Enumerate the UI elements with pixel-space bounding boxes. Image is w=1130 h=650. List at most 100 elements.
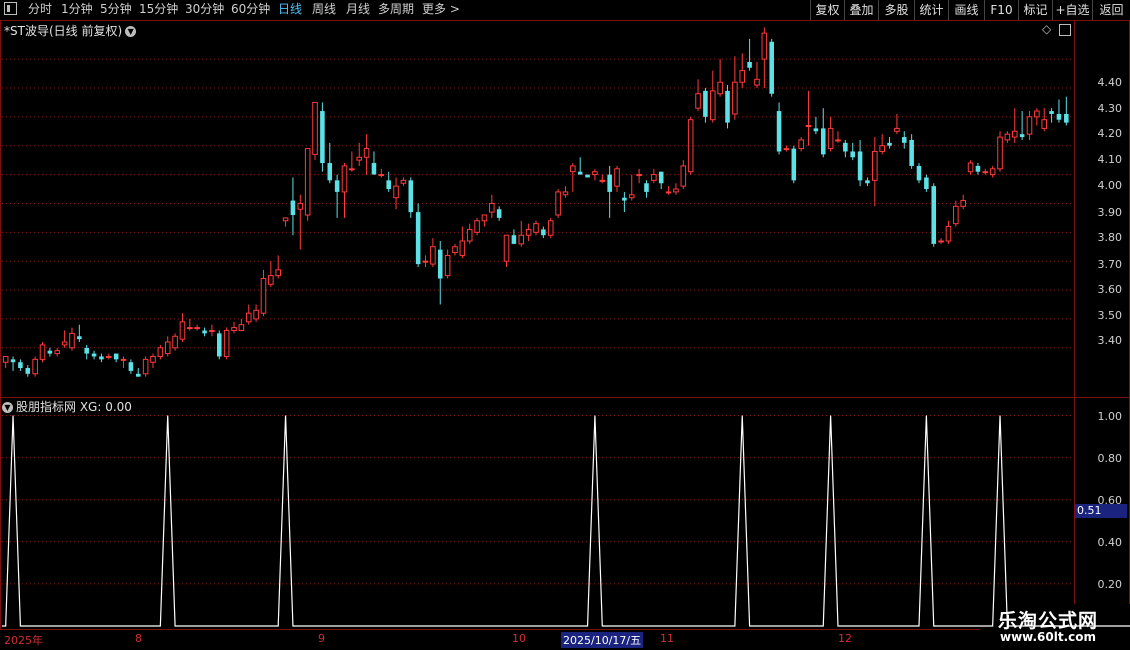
candle-up	[525, 228, 532, 236]
candle-up	[430, 246, 436, 265]
candle-down	[622, 197, 627, 201]
candle-up	[223, 329, 230, 357]
candle-up	[636, 174, 642, 177]
candle-down	[1019, 134, 1025, 138]
candle-up	[282, 217, 289, 222]
candle-up	[39, 344, 46, 360]
candle-down	[84, 347, 89, 354]
candle-down	[747, 61, 752, 68]
candle-up	[179, 321, 186, 340]
candle-up	[547, 220, 554, 236]
candle-up	[393, 185, 399, 199]
candle-up	[503, 234, 510, 262]
candle-up	[673, 188, 679, 193]
candle-down	[776, 111, 782, 152]
candle-down	[408, 180, 414, 213]
candle-up	[268, 275, 274, 285]
candle-up	[651, 174, 657, 181]
candle-up	[562, 191, 569, 196]
candle-up	[297, 202, 304, 210]
candle-up	[363, 148, 370, 158]
candle-up	[157, 347, 164, 357]
candle-up	[628, 194, 635, 199]
candle-up	[2, 355, 9, 363]
candle-up	[489, 202, 495, 213]
candle-up	[304, 148, 311, 216]
candle-down	[99, 356, 104, 360]
candle-up	[717, 81, 723, 95]
candle-up	[827, 127, 834, 150]
candle-up	[798, 139, 804, 150]
candle-up	[400, 179, 407, 184]
candle-up	[164, 341, 171, 355]
candle-down	[320, 111, 325, 164]
candle-up	[356, 156, 363, 161]
candle-down	[1064, 113, 1069, 123]
candle-up	[341, 165, 348, 193]
candle-down	[290, 200, 296, 215]
candle-up	[1041, 119, 1048, 129]
candle-down	[496, 209, 502, 218]
candle-up	[459, 240, 466, 256]
candle-down	[791, 148, 797, 181]
candle-up	[518, 234, 525, 245]
candle-up	[61, 341, 68, 346]
candle-down	[135, 373, 141, 377]
candle-down	[703, 90, 708, 117]
candle-down	[77, 336, 82, 340]
candle-up	[592, 171, 598, 176]
candle-down	[887, 142, 892, 146]
candle-down	[25, 368, 31, 374]
candle-down	[415, 212, 421, 265]
candle-up	[481, 214, 488, 222]
candle-down	[658, 171, 664, 184]
candle-down	[843, 142, 848, 152]
candle-up	[872, 150, 878, 181]
candle-up	[938, 240, 944, 243]
candle-up	[997, 136, 1003, 170]
candle-down	[901, 137, 907, 143]
candle-down	[725, 90, 730, 123]
candle-up	[444, 254, 451, 277]
candle-up	[953, 205, 959, 225]
candle-up	[466, 228, 473, 242]
candle-up	[312, 101, 318, 155]
candle-down	[47, 350, 53, 354]
candle-down	[813, 128, 819, 132]
candle-up	[805, 125, 812, 127]
candle-down	[585, 174, 590, 178]
candle-up	[1034, 110, 1040, 118]
candle-up	[555, 191, 561, 216]
candle-down	[820, 128, 826, 155]
candle-up	[599, 179, 606, 182]
candle-down	[511, 235, 517, 244]
candle-down	[10, 359, 16, 363]
candle-down	[437, 249, 443, 279]
candle-down	[386, 180, 391, 190]
candle-down	[541, 229, 546, 236]
candle-up	[231, 327, 237, 331]
candle-up	[960, 200, 966, 207]
candle-down	[924, 177, 929, 190]
candle-up	[739, 70, 746, 83]
candle-up	[194, 327, 200, 330]
candle-up	[187, 327, 193, 330]
candle-down	[577, 171, 583, 175]
candle-up	[378, 174, 385, 177]
candle-up	[238, 324, 245, 331]
candle-up	[680, 165, 687, 187]
candle-up	[106, 355, 112, 358]
candle-down	[857, 151, 863, 181]
candle-down	[327, 163, 333, 181]
candle-up	[879, 145, 885, 152]
candle-down	[850, 151, 856, 158]
candle-down	[18, 362, 23, 369]
candle-down	[216, 333, 222, 357]
candle-up	[172, 335, 178, 349]
candle-down	[1049, 111, 1054, 114]
candle-up	[120, 358, 127, 361]
candle-up	[275, 269, 281, 277]
chart-canvas[interactable]	[0, 0, 1130, 650]
candle-up	[1026, 116, 1033, 135]
candle-up	[150, 355, 156, 363]
